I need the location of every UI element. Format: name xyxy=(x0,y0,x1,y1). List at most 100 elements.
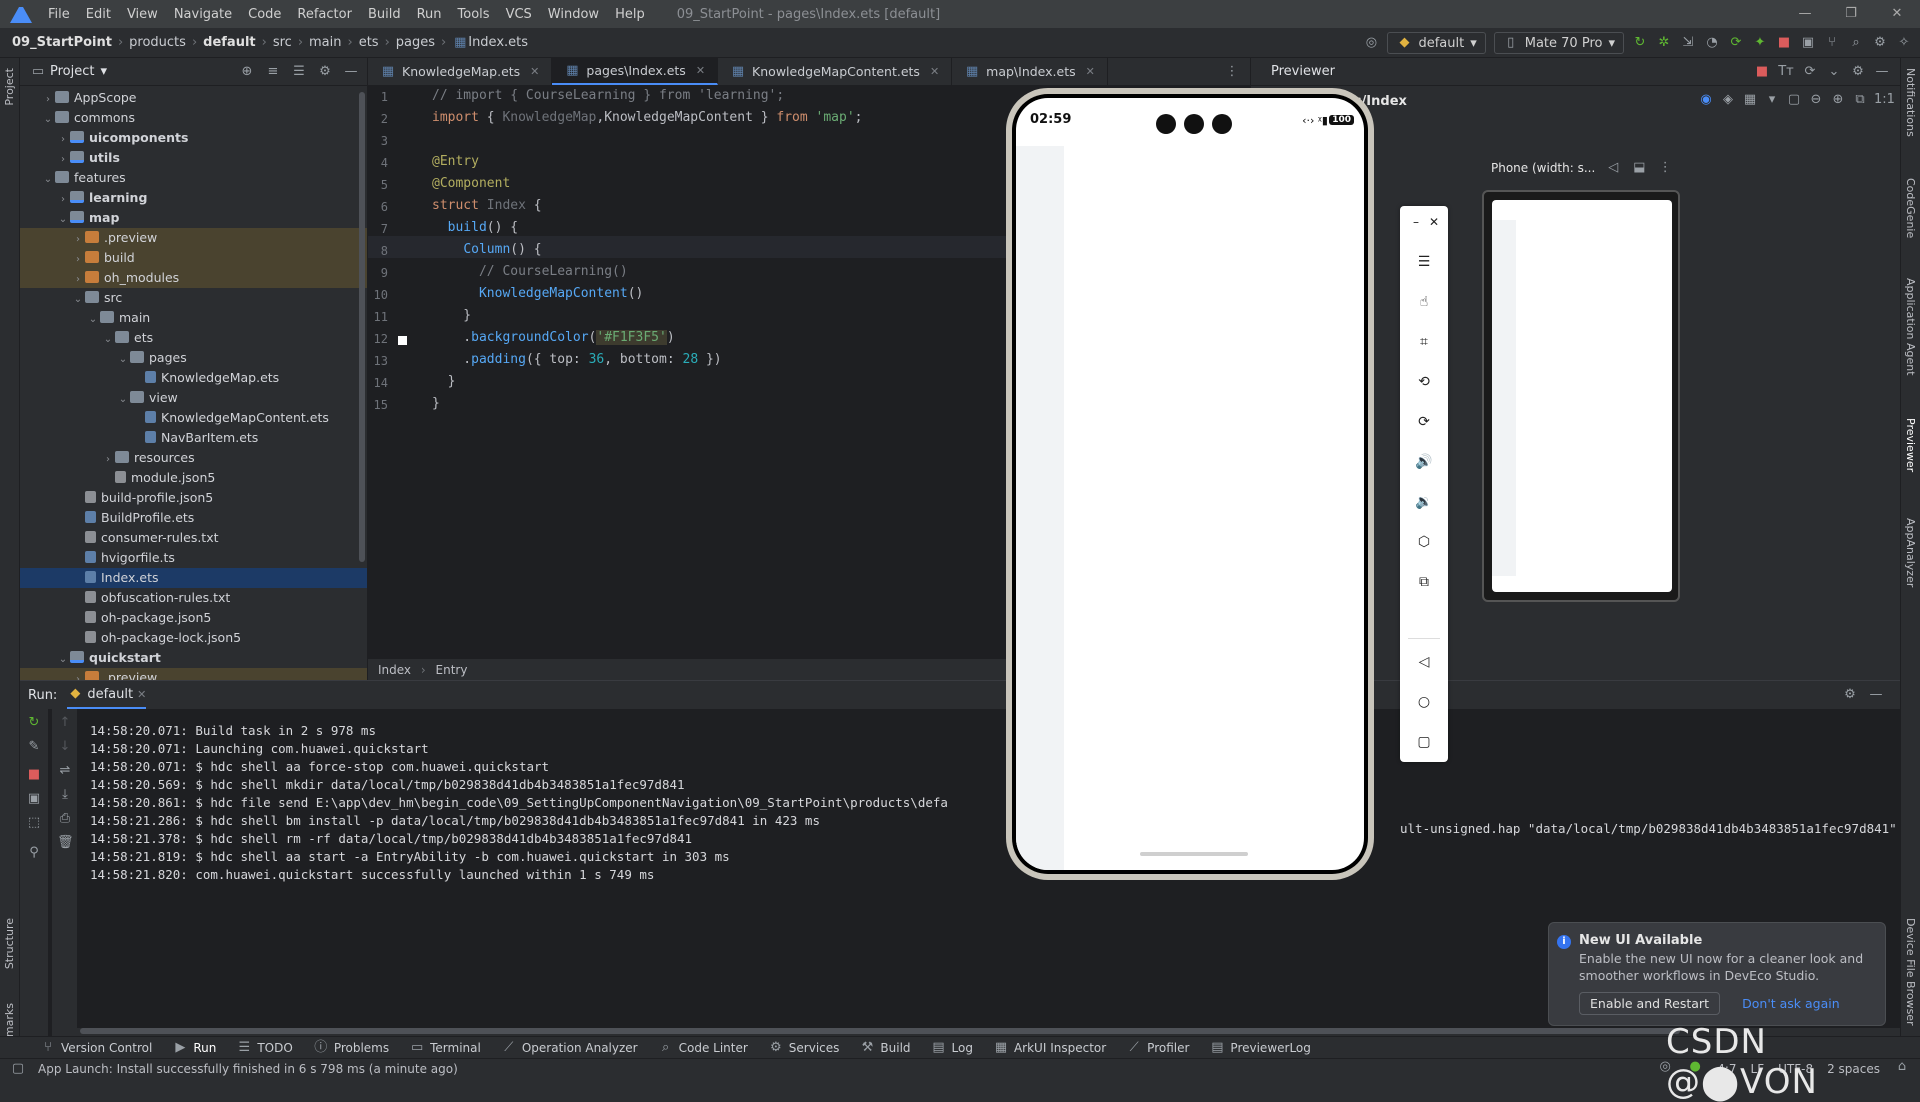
gear-icon[interactable]: ⚙ xyxy=(317,64,333,80)
tree-item[interactable]: NavBarItem.ets xyxy=(20,428,367,448)
print-icon[interactable]: ⎙ xyxy=(57,811,73,827)
chevron-down-icon[interactable]: ⌄ xyxy=(116,350,130,370)
tool-version-control[interactable]: ⑂ Version Control xyxy=(30,1040,162,1056)
tool-todo[interactable]: ☰ TODO xyxy=(226,1040,302,1056)
tree-item[interactable]: ⌄ main xyxy=(20,308,367,328)
tab-knowledgemap[interactable]: ▦ KnowledgeMap.ets ✕ xyxy=(368,58,553,85)
stop-icon[interactable]: ■ xyxy=(26,767,42,783)
tool-build[interactable]: ⚒ Build xyxy=(849,1040,920,1056)
menu-vcs[interactable]: VCS xyxy=(498,7,540,22)
more-tabs-icon[interactable]: ⋮ xyxy=(1224,64,1240,80)
chevron-right-icon[interactable]: › xyxy=(56,190,70,210)
rerun-icon[interactable]: ↻ xyxy=(1632,35,1648,51)
tool-terminal[interactable]: ▭ Terminal xyxy=(399,1040,491,1056)
screenshot-icon[interactable]: ⧉ xyxy=(1852,92,1868,108)
tree-item[interactable]: KnowledgeMapContent.ets xyxy=(20,408,367,428)
breadcrumb-main[interactable]: main xyxy=(309,35,341,50)
color-swatch-icon[interactable] xyxy=(398,336,407,345)
tree-item[interactable]: ⌄ features xyxy=(20,168,367,188)
crumb-entry[interactable]: Entry xyxy=(436,663,468,677)
notifications-tool-button[interactable]: Notifications xyxy=(1904,68,1917,137)
dont-ask-again-link[interactable]: Don't ask again xyxy=(1742,996,1840,1011)
tab-pages-index[interactable]: ▦ pages\Index.ets ✕ xyxy=(552,58,719,85)
chevron-down-icon[interactable]: ⌄ xyxy=(71,290,85,310)
menu-help[interactable]: Help xyxy=(607,7,653,22)
tree-item[interactable]: build-profile.json5 xyxy=(20,488,367,508)
restore-icon[interactable]: ❐ xyxy=(1828,0,1874,28)
tree-item[interactable]: › build xyxy=(20,248,367,268)
run-config-tab[interactable]: ◆ default ✕ xyxy=(67,681,147,709)
down-arrow-icon[interactable]: ↓ xyxy=(57,739,73,755)
tool-operation-analyzer[interactable]: ⟋ Operation Analyzer xyxy=(491,1040,648,1056)
tree-item[interactable]: obfuscation-rules.txt xyxy=(20,588,367,608)
font-size-icon[interactable]: Tт xyxy=(1778,64,1794,80)
fold-icon[interactable]: ⬡ xyxy=(1412,530,1436,554)
gear-icon[interactable]: ⚙ xyxy=(1842,687,1858,703)
tree-item[interactable]: Index.ets xyxy=(20,568,367,588)
project-panel-title[interactable]: Project xyxy=(50,64,94,79)
git-icon[interactable]: ⑂ xyxy=(1824,35,1840,51)
breadcrumb-default[interactable]: default xyxy=(203,35,255,50)
console-hscroll[interactable] xyxy=(70,1028,1900,1036)
volume-up-icon[interactable]: 🔊 xyxy=(1412,450,1436,474)
layers-icon[interactable]: ◈ xyxy=(1720,92,1736,108)
breadcrumb-ets[interactable]: ets xyxy=(359,35,379,50)
tree-item[interactable]: › uicomponents xyxy=(20,128,367,148)
menu-view[interactable]: View xyxy=(119,7,166,22)
device-thumbnail[interactable] xyxy=(1482,190,1680,602)
chevron-down-icon[interactable]: ▾ xyxy=(100,64,107,79)
chevron-right-icon[interactable]: › xyxy=(71,250,85,270)
close-tab-icon[interactable]: ✕ xyxy=(930,65,939,78)
tool-services[interactable]: ⚙ Services xyxy=(758,1040,850,1056)
chevron-right-icon[interactable]: › xyxy=(101,450,115,470)
more-icon[interactable]: ⋮ xyxy=(1657,160,1673,176)
expand-all-icon[interactable]: ≡ xyxy=(265,64,281,80)
layout-toggle-icon[interactable]: ▢ xyxy=(10,1061,26,1077)
chevron-right-icon[interactable]: › xyxy=(71,670,85,680)
plugin-icon[interactable]: ✧ xyxy=(1896,35,1912,51)
chevron-down-icon[interactable]: ⌄ xyxy=(116,390,130,410)
tree-item[interactable]: ⌄ map xyxy=(20,208,367,228)
search-icon[interactable]: ⌕ xyxy=(1848,35,1864,51)
chevron-right-icon[interactable]: › xyxy=(41,90,55,110)
chevron-down-icon[interactable]: ⌄ xyxy=(56,210,70,230)
tree-item[interactable]: › oh_modules xyxy=(20,268,367,288)
menu-build[interactable]: Build xyxy=(360,7,409,22)
chevron-down-icon[interactable]: ⌄ xyxy=(56,650,70,670)
project-tool-button[interactable]: Project xyxy=(3,68,16,106)
close-icon[interactable]: ✕ xyxy=(1874,0,1920,28)
tree-item[interactable]: › utils xyxy=(20,148,367,168)
menu-edit[interactable]: Edit xyxy=(78,7,119,22)
scroll-to-end-icon[interactable]: ⤓ xyxy=(57,787,73,803)
chevron-down-icon[interactable]: ⌄ xyxy=(41,170,55,190)
settings-icon[interactable]: ⚙ xyxy=(1872,35,1888,51)
stop-icon[interactable]: ■ xyxy=(1776,35,1792,51)
touch-off-icon[interactable]: ☝ xyxy=(1412,290,1436,314)
layout-icon[interactable]: ⬚ xyxy=(26,815,42,831)
inspect-icon[interactable]: ◉ xyxy=(1698,92,1714,108)
tree-item[interactable]: ⌄ ets xyxy=(20,328,367,348)
refresh-icon[interactable]: ⟳ xyxy=(1802,64,1818,80)
device-selector[interactable]: Phone (width: s... ◁ ⬓ ⋮ xyxy=(1491,160,1673,176)
hot-reload-icon[interactable]: ✦ xyxy=(1752,35,1768,51)
tool-arkui-inspector[interactable]: ▦ ArkUI Inspector xyxy=(983,1040,1116,1056)
tool-previewerlog[interactable]: ▤ PreviewerLog xyxy=(1199,1040,1320,1056)
tree-item[interactable]: › learning xyxy=(20,188,367,208)
tree-item[interactable]: oh-package-lock.json5 xyxy=(20,628,367,648)
chevron-down-icon[interactable]: ⌄ xyxy=(41,110,55,130)
breadcrumb-products[interactable]: products xyxy=(129,35,186,50)
minimize-icon[interactable]: — xyxy=(1782,0,1828,28)
close-tab-icon[interactable]: ✕ xyxy=(530,65,539,78)
target-icon[interactable]: ◎ xyxy=(1363,35,1379,51)
menu-run[interactable]: Run xyxy=(409,7,450,22)
rotate-right-icon[interactable]: ⟳ xyxy=(1412,410,1436,434)
breadcrumb-pages[interactable]: pages xyxy=(396,35,435,50)
settings-icon[interactable]: ⚙ xyxy=(1850,64,1866,80)
menu-code[interactable]: Code xyxy=(240,7,289,22)
home-indicator[interactable] xyxy=(1140,852,1248,856)
chevron-down-icon[interactable]: ▾ xyxy=(1764,92,1780,108)
menu-icon[interactable]: ☰ xyxy=(1412,250,1436,274)
tree-item[interactable]: ⌄ commons xyxy=(20,108,367,128)
chevron-right-icon[interactable]: › xyxy=(71,270,85,290)
tree-item[interactable]: module.json5 xyxy=(20,468,367,488)
